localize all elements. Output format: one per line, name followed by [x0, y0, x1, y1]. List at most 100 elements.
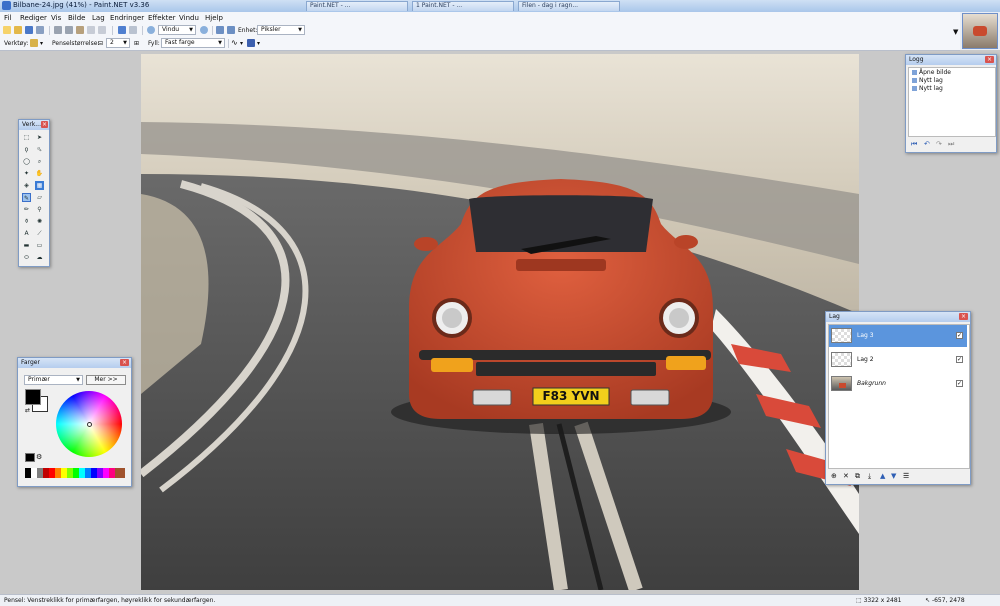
menu-window[interactable]: Vindu	[179, 14, 199, 22]
rounded-rectangle-icon[interactable]: ▭	[35, 241, 44, 250]
history-item[interactable]: Åpne bilde	[912, 69, 951, 76]
zoom-in-icon[interactable]	[200, 26, 208, 34]
grid-icon[interactable]	[216, 26, 224, 34]
merge-layer-icon[interactable]: ⤓	[868, 472, 871, 481]
move-layer-down-icon[interactable]: ▼	[891, 472, 896, 480]
deselect-icon[interactable]	[98, 26, 106, 34]
move-selected-icon[interactable]: ⬁	[35, 145, 44, 154]
add-layer-icon[interactable]: ⊕	[831, 472, 837, 480]
lasso-icon[interactable]: ϙ	[22, 145, 31, 154]
eraser-icon[interactable]: ▱	[35, 193, 44, 202]
paint-bucket-icon[interactable]: ◈	[22, 181, 31, 190]
more-button[interactable]: Mer >>	[86, 375, 126, 385]
ellipse-icon[interactable]: ⬭	[22, 253, 31, 262]
zoom-tool-icon[interactable]: ⌕	[35, 157, 44, 166]
color-wheel[interactable]	[56, 391, 122, 457]
history-last-icon[interactable]: ⏭	[948, 140, 954, 149]
paste-icon[interactable]	[76, 26, 84, 34]
close-icon[interactable]: ×	[120, 359, 129, 366]
redo-icon[interactable]	[129, 26, 137, 34]
layer-properties-icon[interactable]: ☰	[903, 472, 909, 480]
image-thumbnail[interactable]	[962, 13, 998, 49]
menu-adjustments[interactable]: Endringer	[110, 14, 144, 22]
save-icon[interactable]	[25, 26, 33, 34]
open-file-icon[interactable]	[14, 26, 22, 34]
rectangle-select-icon[interactable]: ⬚	[22, 133, 31, 142]
rectangle-icon[interactable]: ▬	[22, 241, 31, 250]
paintbrush-tool-icon[interactable]: ✎	[22, 193, 31, 202]
menu-view[interactable]: Vis	[51, 14, 61, 22]
paintbrush-icon[interactable]	[30, 39, 38, 47]
swap-colors-icon[interactable]: ⇄	[25, 407, 30, 414]
layer-visibility-checkbox[interactable]: ✓	[956, 332, 963, 339]
blend-arrow-icon[interactable]: ▾	[257, 40, 260, 47]
undo-icon[interactable]	[118, 26, 126, 34]
zoom-icon[interactable]	[147, 26, 155, 34]
cut-icon[interactable]	[54, 26, 62, 34]
layer-row[interactable]: Bakgrunn ✓	[829, 373, 967, 395]
move-layer-up-icon[interactable]: ▲	[880, 472, 885, 480]
close-icon[interactable]: ×	[959, 313, 968, 320]
layers-window-titlebar[interactable]: Lag ×	[826, 312, 970, 322]
menu-effects[interactable]: Effekter	[148, 14, 176, 22]
layer-visibility-checkbox[interactable]: ✓	[956, 380, 963, 387]
primary-color-swatch[interactable]	[25, 389, 41, 405]
clone-stamp-icon[interactable]: ⚱	[22, 217, 31, 226]
menu-layer[interactable]: Lag	[92, 14, 105, 22]
close-icon[interactable]: ×	[985, 56, 994, 63]
fill-dropdown[interactable]: Fast farge ▼	[161, 38, 225, 48]
print-icon[interactable]	[36, 26, 44, 34]
tab-2[interactable]: 1 Paint.NET - ...	[412, 1, 514, 11]
blend-mode-icon[interactable]	[247, 39, 255, 47]
history-item[interactable]: Nytt lag	[912, 85, 943, 92]
antialias-arrow-icon[interactable]: ▾	[240, 40, 243, 47]
color-mode-dropdown[interactable]: Primær ▼	[24, 375, 83, 385]
move-selection-icon[interactable]: ➤	[35, 133, 44, 142]
layer-visibility-checkbox[interactable]: ✓	[956, 356, 963, 363]
thumbnail-scroll-icon[interactable]: ▼	[953, 28, 958, 36]
brush-size-input[interactable]: 2 ▼	[106, 38, 130, 48]
history-first-icon[interactable]: ⏮	[911, 140, 917, 149]
delete-layer-icon[interactable]: ✕	[843, 472, 849, 480]
line-curve-icon[interactable]: ⟋	[35, 229, 44, 238]
antialias-icon[interactable]: ∿	[231, 38, 238, 47]
pencil-icon[interactable]: ✏	[22, 205, 31, 214]
palette-menu-icon[interactable]: ⚙	[36, 453, 42, 461]
duplicate-layer-icon[interactable]: ⧉	[855, 472, 860, 481]
crop-icon[interactable]	[87, 26, 95, 34]
color-palette[interactable]	[25, 468, 125, 478]
recolor-icon[interactable]: ✺	[35, 217, 44, 226]
ellipse-select-icon[interactable]: ◯	[22, 157, 31, 166]
pan-icon[interactable]: ✋	[35, 169, 44, 178]
magic-wand-icon[interactable]: ✦	[22, 169, 31, 178]
history-redo-icon[interactable]: ↷	[936, 140, 942, 148]
new-file-icon[interactable]	[3, 26, 11, 34]
close-icon[interactable]: ×	[41, 121, 48, 128]
freeform-shape-icon[interactable]: ☁	[35, 253, 44, 262]
layer-row[interactable]: Lag 3 ✓	[829, 325, 967, 347]
menu-image[interactable]: Bilde	[68, 14, 85, 22]
layer-row[interactable]: Lag 2 ✓	[829, 349, 967, 371]
increase-size-icon[interactable]: ⊞	[134, 40, 139, 47]
tools-window-titlebar[interactable]: Verk... ×	[19, 120, 49, 130]
tool-dropdown-arrow-icon[interactable]: ▾	[40, 40, 43, 47]
menu-help[interactable]: Hjelp	[205, 14, 223, 22]
menu-file[interactable]: Fil	[4, 14, 11, 22]
tab-1[interactable]: Paint.NET - ...	[306, 1, 408, 11]
ruler-icon[interactable]	[227, 26, 235, 34]
text-icon[interactable]: A	[22, 229, 31, 238]
history-undo-icon[interactable]: ↶	[924, 140, 930, 148]
reset-colors-icon[interactable]	[25, 453, 35, 462]
copy-icon[interactable]	[65, 26, 73, 34]
menu-edit[interactable]: Rediger	[20, 14, 47, 22]
tab-3[interactable]: Filen - dag i ragn...	[518, 1, 620, 11]
history-item[interactable]: Nytt lag	[912, 77, 943, 84]
color-picker-icon[interactable]: ⚲	[35, 205, 44, 214]
unit-dropdown[interactable]: Piksler ▼	[257, 25, 305, 35]
image-canvas[interactable]: F83 YVN	[141, 54, 859, 590]
gradient-icon[interactable]: ▦	[35, 181, 44, 190]
colors-window-titlebar[interactable]: Farger ×	[18, 358, 131, 368]
zoom-dropdown[interactable]: Vindu ▼	[158, 25, 196, 35]
history-window-titlebar[interactable]: Logg ×	[906, 55, 996, 65]
decrease-size-icon[interactable]: ⊟	[98, 40, 103, 47]
